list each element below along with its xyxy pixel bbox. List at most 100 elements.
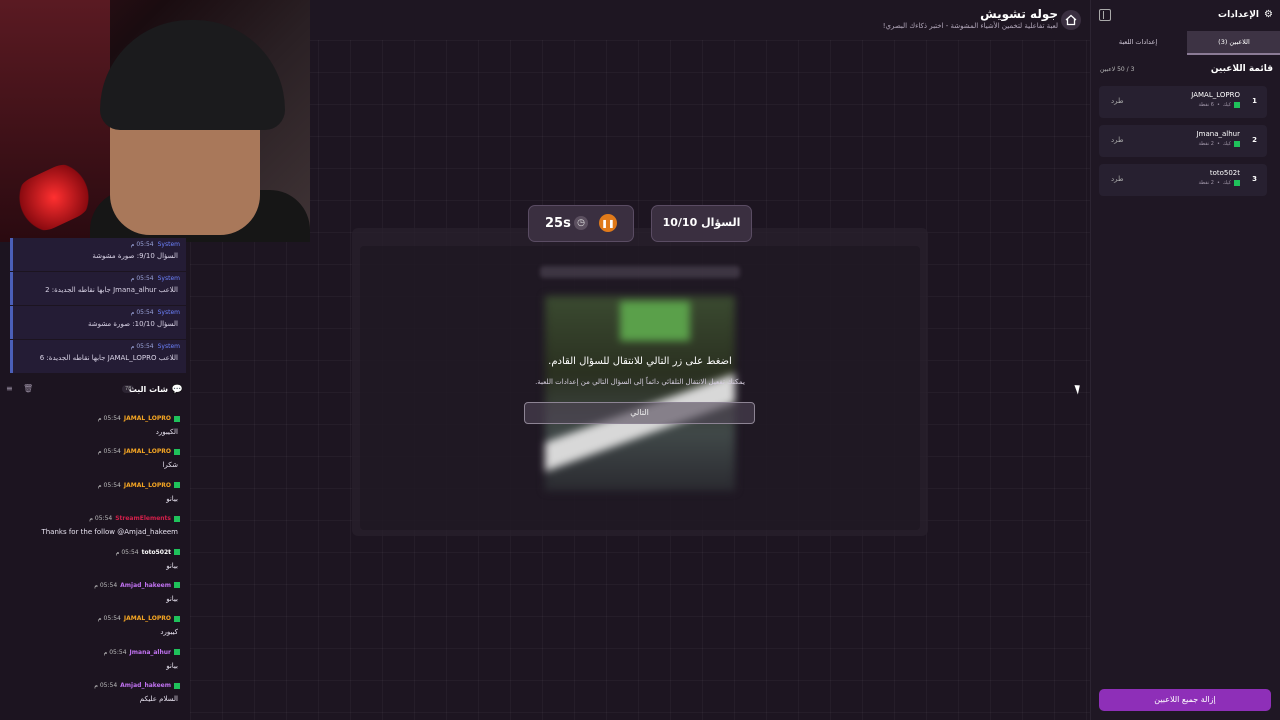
home-button[interactable] [1061, 10, 1081, 30]
chat-message: JAMAL_LOPRO 05:54 م كيبورد [0, 612, 190, 645]
chat-message: StreamElements 05:54 م Thanks for the fol… [0, 512, 190, 545]
player-platform: كيك [1222, 141, 1231, 147]
chat-messages: JAMAL_LOPRO 05:54 م الكيبورد JAMAL_LOPRO 0… [0, 412, 190, 713]
players-count: 3 / 50 لاعبين [1100, 66, 1135, 73]
kick-logo-icon [1234, 180, 1240, 186]
chat-username[interactable]: toto502t [142, 549, 171, 556]
chat-message: Amjad_hakeem 05:54 م السلام عليكم [0, 679, 190, 712]
remove-all-players-button[interactable]: إزالة جميع اللاعبين [1099, 689, 1271, 711]
player-name: toto502t [1209, 169, 1240, 177]
kick-player-button[interactable]: طرد [1111, 136, 1124, 144]
home-icon [1065, 14, 1077, 26]
chat-title: شات البث [128, 385, 168, 394]
kick-logo-icon [174, 615, 180, 622]
kick-logo-icon [174, 448, 180, 455]
player-platform: كيك [1222, 102, 1231, 108]
top-bar [190, 0, 1090, 40]
message-time: 05:54 م [89, 515, 113, 523]
message-time: 05:54 م [97, 448, 121, 456]
chat-message: toto502t 05:54 م بيانو [0, 546, 190, 579]
player-points: 6 نقطة [1198, 102, 1214, 108]
message-time: 05:54 م [130, 309, 154, 316]
message-time: 05:54 م [97, 615, 121, 623]
player-row: 2 Jmana_alhur كيك • 2 نقطة طرد [1099, 125, 1267, 157]
chat-username[interactable]: Amjad_hakeem [120, 582, 171, 589]
chat-username[interactable]: StreamElements [115, 515, 171, 522]
chat-text: السلام عليكم [139, 695, 178, 704]
system-message: System 05:54 م السؤال 10/10: صورة مشوشة [10, 306, 186, 339]
chat-username[interactable]: JAMAL_LOPRO [124, 615, 171, 622]
message-time: 05:54 م [115, 548, 139, 556]
chat-username[interactable]: JAMAL_LOPRO [124, 415, 171, 422]
timer-widget: 25s ◷ ❚❚ [528, 205, 634, 242]
kick-logo-icon [1234, 102, 1240, 108]
kick-logo-icon [174, 515, 180, 522]
chat-text: بيانو [166, 661, 178, 670]
message-time: 05:54 م [103, 648, 127, 656]
kick-logo-icon [174, 582, 180, 589]
chat-text: Thanks for the follow @Amjad_hakeem [41, 528, 178, 537]
system-sender: System [157, 309, 180, 316]
gear-icon: ⚙ [1264, 9, 1273, 20]
kick-logo-icon [1234, 141, 1240, 147]
webcam-feed [0, 0, 310, 242]
trash-icon[interactable]: 🗑 [23, 384, 33, 393]
kick-logo-icon [174, 549, 180, 556]
question-label: السؤال 10/10 [662, 216, 741, 229]
kick-logo-icon [174, 682, 180, 689]
player-rank: 3 [1252, 175, 1257, 183]
chat-text: بيانو [166, 594, 178, 603]
chat-username[interactable]: JAMAL_LOPRO [124, 482, 171, 489]
kick-logo-icon [174, 415, 180, 422]
system-message: System 05:54 م السؤال 9/10: صورة مشوشة [10, 238, 186, 271]
player-name: JAMAL_LOPRO [1191, 91, 1240, 99]
message-time: 05:54 م [97, 415, 121, 422]
player-rank: 1 [1252, 97, 1257, 105]
player-rank: 2 [1252, 136, 1257, 144]
chat-username[interactable]: Jmana_alhur [130, 649, 171, 656]
player-points: 2 نقطة [1198, 141, 1214, 147]
system-message: System 05:54 م اللاعب JAMAL_LOPRO جابها ن… [10, 340, 186, 373]
kick-player-button[interactable]: طرد [1111, 175, 1124, 183]
chat-text: بيانو [166, 561, 178, 570]
message-time: 05:54 م [97, 481, 121, 489]
kick-logo-icon [174, 482, 180, 489]
system-message: System 05:54 م اللاعب Jmana_alhur جابها ن… [10, 272, 186, 305]
tab-game-settings[interactable]: إعدادات اللعبة [1091, 31, 1185, 53]
kick-logo-icon [174, 649, 180, 656]
chat-username[interactable]: Amjad_hakeem [120, 682, 171, 689]
collapse-sidebar-icon[interactable] [1099, 9, 1111, 21]
stream-chat-header: ≡ 🗑 78 شات البث 💬 [0, 380, 190, 400]
chat-username[interactable]: JAMAL_LOPRO [124, 448, 171, 455]
blurred-image [545, 296, 735, 491]
kick-player-button[interactable]: طرد [1111, 97, 1124, 105]
pause-button[interactable]: ❚❚ [599, 214, 617, 232]
player-name: Jmana_alhur [1196, 130, 1240, 138]
chat-text: بيانو [166, 494, 178, 503]
message-time: 05:54 م [94, 581, 118, 589]
chat-text: شكرا [162, 461, 178, 470]
tab-players[interactable]: اللاعبين (3) [1187, 31, 1280, 55]
chat-message: JAMAL_LOPRO 05:54 م بيانو [0, 479, 190, 512]
system-messages: System 05:54 م السؤال 9/10: صورة مشوشة Sy… [10, 238, 186, 374]
game-title: جوله تشويش [980, 7, 1058, 21]
message-time: 05:54 م [130, 275, 154, 282]
next-button[interactable]: التالي [524, 402, 755, 424]
system-text: السؤال 9/10: صورة مشوشة [92, 252, 178, 260]
question-counter: السؤال 10/10 [651, 205, 752, 242]
message-time: 05:54 م [94, 682, 118, 690]
sidebar-title: الإعدادات [1218, 10, 1259, 20]
system-sender: System [157, 241, 180, 248]
chat-message: Jmana_alhur 05:54 م بيانو [0, 646, 190, 679]
message-time: 05:54 م [130, 343, 154, 350]
chat-icon: 💬 [171, 385, 183, 395]
next-prompt-subtitle: يمكنك تفعيل الانتقال التلقائي دائماً إلى… [535, 378, 745, 386]
chat-text: كيبورد [160, 628, 178, 637]
system-text: اللاعب JAMAL_LOPRO جابها نقاطه الجديدة: … [39, 354, 178, 362]
player-row: 3 toto502t كيك • 2 نقطة طرد [1099, 164, 1267, 196]
filter-icon[interactable]: ≡ [6, 384, 13, 393]
next-prompt-title: اضغط على زر التالي للانتقال للسؤال القاد… [548, 356, 732, 367]
system-text: السؤال 10/10: صورة مشوشة [87, 320, 178, 328]
clock-icon: ◷ [574, 216, 588, 230]
message-time: 05:54 م [130, 241, 154, 248]
